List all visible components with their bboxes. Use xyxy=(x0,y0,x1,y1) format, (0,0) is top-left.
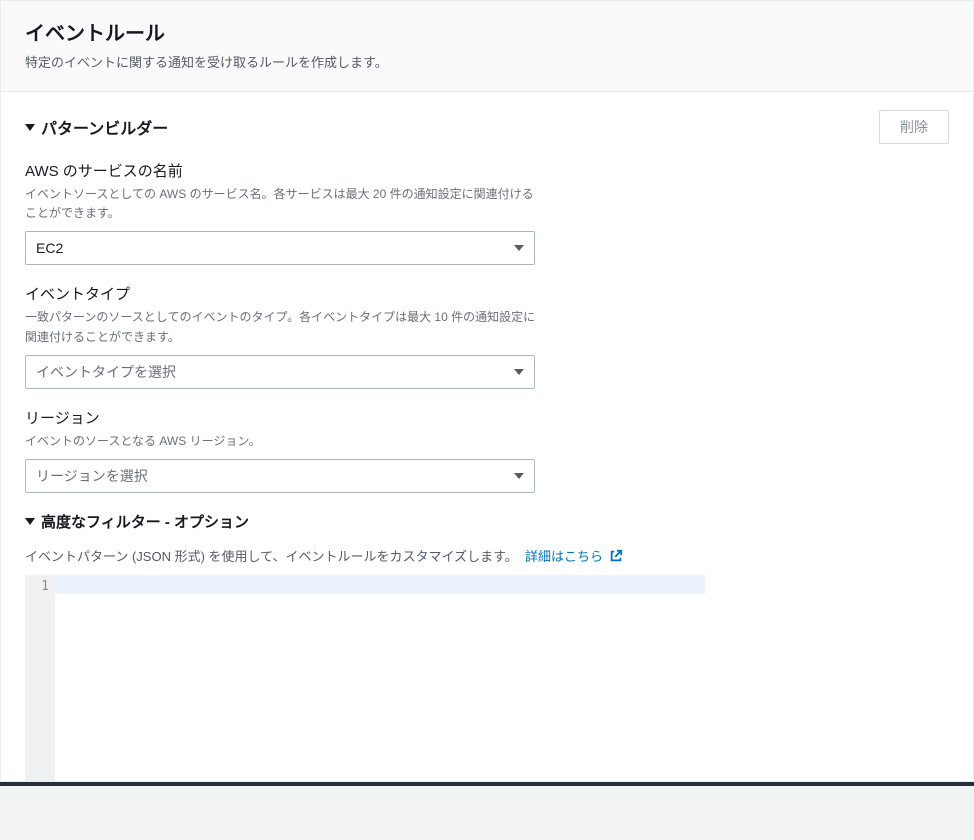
caret-down-icon xyxy=(25,124,35,131)
region-desc: イベントのソースとなる AWS リージョン。 xyxy=(25,432,545,451)
editor-active-line xyxy=(55,575,705,594)
learn-more-text: 詳細はこちら xyxy=(525,549,603,564)
service-desc: イベントソースとしての AWS のサービス名。各サービスは最大 20 件の通知設… xyxy=(25,185,545,223)
delete-button[interactable]: 削除 xyxy=(879,110,949,144)
event-type-label: イベントタイプ xyxy=(25,283,949,304)
event-type-select[interactable]: イベントタイプを選択 xyxy=(25,355,535,389)
region-field-group: リージョン イベントのソースとなる AWS リージョン。 リージョンを選択 xyxy=(25,407,949,493)
region-placeholder: リージョンを選択 xyxy=(36,466,148,486)
region-label: リージョン xyxy=(25,407,949,428)
card-body: パターンビルダー 削除 AWS のサービスの名前 イベントソースとしての AWS… xyxy=(1,92,973,781)
card-subtitle: 特定のイベントに関する通知を受け取るルールを作成します。 xyxy=(25,52,949,71)
event-rule-card: イベントルール 特定のイベントに関する通知を受け取るルールを作成します。 パター… xyxy=(0,0,974,782)
learn-more-link[interactable]: 詳細はこちら xyxy=(525,549,623,564)
event-type-desc: 一致パターンのソースとしてのイベントのタイプ。各イベントタイプは最大 10 件の… xyxy=(25,308,545,346)
pattern-builder-toggle[interactable]: パターンビルダー xyxy=(25,115,168,139)
advanced-filter-title: 高度なフィルター - オプション xyxy=(41,511,249,532)
pattern-builder-title: パターンビルダー xyxy=(41,115,168,139)
json-editor[interactable]: 1 xyxy=(25,575,705,781)
advanced-filter-desc-row: イベントパターン (JSON 形式) を使用して、イベントルールをカスタマイズし… xyxy=(25,546,949,565)
chevron-down-icon xyxy=(514,245,524,251)
external-link-icon xyxy=(609,549,623,563)
advanced-filter-desc: イベントパターン (JSON 形式) を使用して、イベントルールをカスタマイズし… xyxy=(25,549,518,564)
chevron-down-icon xyxy=(514,473,524,479)
pattern-builder-header: パターンビルダー 削除 xyxy=(25,110,949,144)
editor-gutter: 1 xyxy=(25,575,55,781)
chevron-down-icon xyxy=(514,369,524,375)
bottom-bar xyxy=(0,782,974,786)
service-field-group: AWS のサービスの名前 イベントソースとしての AWS のサービス名。各サービ… xyxy=(25,160,949,265)
event-type-field-group: イベントタイプ 一致パターンのソースとしてのイベントのタイプ。各イベントタイプは… xyxy=(25,283,949,388)
advanced-filter-toggle[interactable]: 高度なフィルター - オプション xyxy=(25,511,949,532)
region-select[interactable]: リージョンを選択 xyxy=(25,459,535,493)
line-number: 1 xyxy=(25,579,49,594)
caret-down-icon xyxy=(25,518,35,525)
card-title: イベントルール xyxy=(25,17,949,46)
service-label: AWS のサービスの名前 xyxy=(25,160,949,181)
event-type-placeholder: イベントタイプを選択 xyxy=(36,362,176,382)
service-select[interactable]: EC2 xyxy=(25,231,535,265)
service-select-value: EC2 xyxy=(36,240,63,256)
card-header: イベントルール 特定のイベントに関する通知を受け取るルールを作成します。 xyxy=(1,1,973,92)
editor-body[interactable] xyxy=(55,575,705,781)
